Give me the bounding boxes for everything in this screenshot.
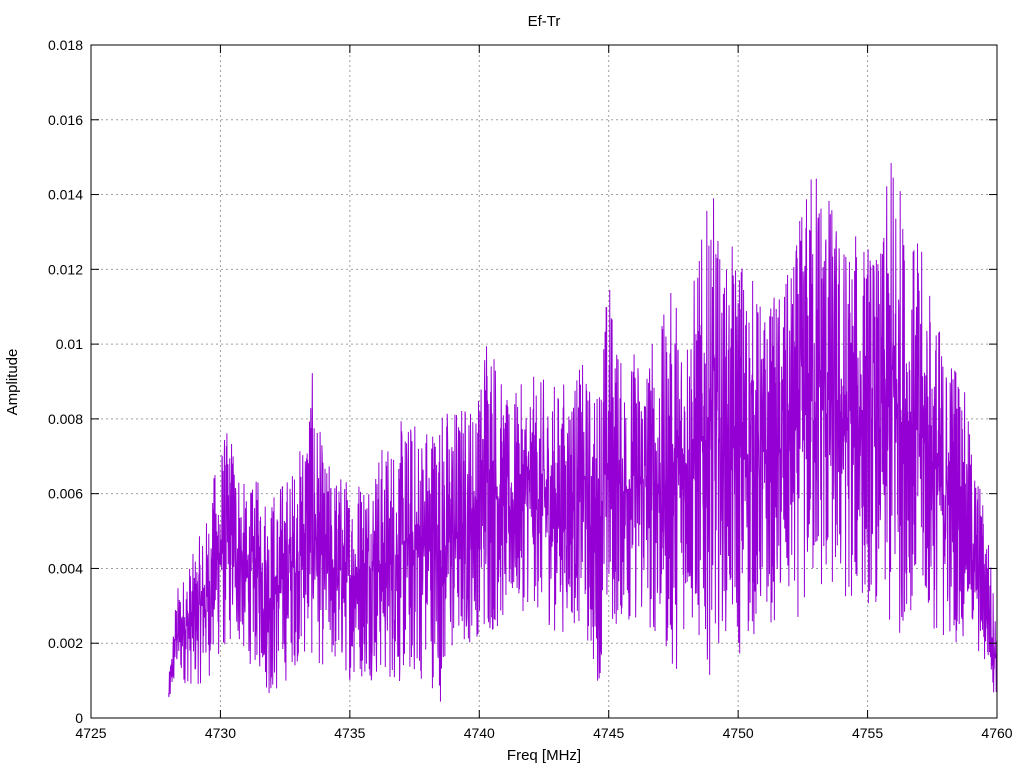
y-tick-label: 0.004 — [48, 560, 83, 576]
chart: 4725 4730 4735 4740 4745 4750 4755 4760 00.0020… — [4, 13, 1013, 764]
x-tick-label: 4740 — [464, 725, 495, 741]
x-tick-label: 4760 — [981, 725, 1012, 741]
x-tick-label: 4725 — [75, 725, 106, 741]
y-axis-title: Amplitude — [4, 349, 21, 416]
series-line — [168, 163, 998, 702]
y-tick-label: 0.018 — [48, 37, 83, 53]
x-tick-label: 4745 — [593, 725, 624, 741]
x-axis-title: Freq [MHz] — [507, 747, 581, 764]
y-tick-label: 0.012 — [48, 261, 83, 277]
series-layer — [168, 163, 998, 702]
x-tick-label: 4750 — [723, 725, 754, 741]
y-tick-label: 0.014 — [48, 187, 83, 203]
y-tick-label: 0.016 — [48, 112, 83, 128]
y-tick-label: 0.008 — [48, 411, 83, 427]
y-tick-label: 0.006 — [48, 486, 83, 502]
x-tick-label: 4735 — [334, 725, 365, 741]
x-tick-label: 4755 — [852, 725, 883, 741]
x-tick-labels: 4725 4730 4735 4740 4745 4750 4755 4760 — [75, 725, 1012, 741]
x-tick-label: 4730 — [205, 725, 236, 741]
y-tick-labels: 0 0.002 0.004 0.006 0.008 0.01 0.012 0.014 0.016… — [48, 37, 83, 726]
chart-title: Ef-Tr — [528, 13, 561, 30]
y-tick-label: 0.01 — [56, 336, 83, 352]
y-tick-label: 0.002 — [48, 635, 83, 651]
y-tick-label: 0 — [75, 710, 83, 726]
